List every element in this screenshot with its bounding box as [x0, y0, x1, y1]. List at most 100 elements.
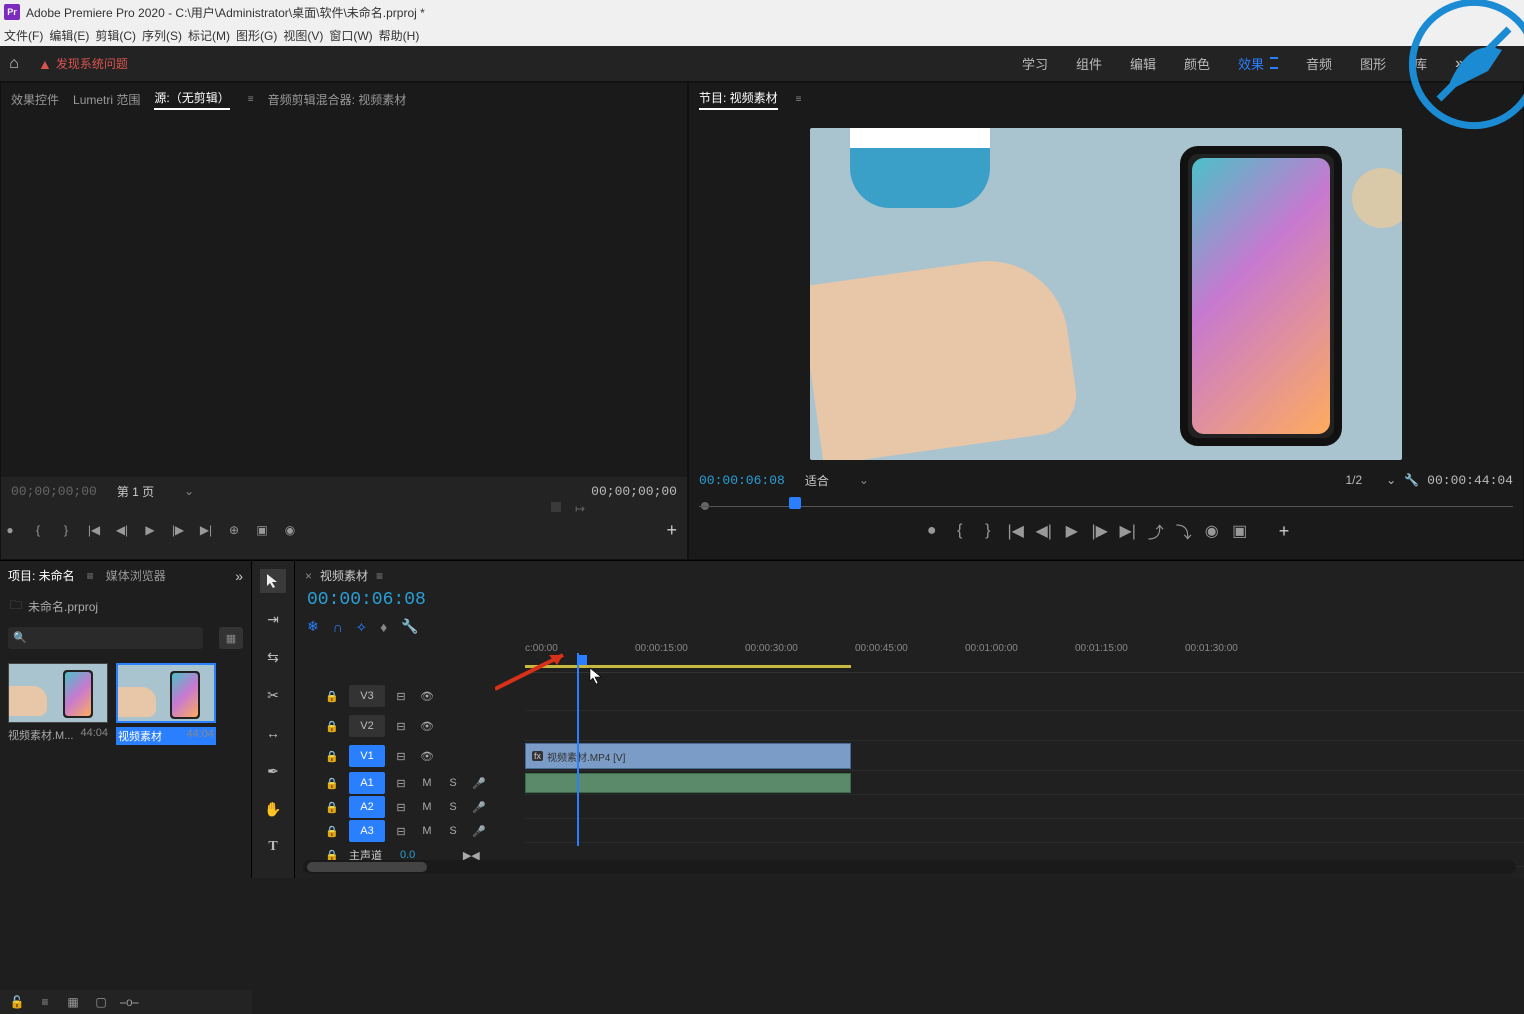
sync-lock-icon[interactable]: ⊟: [391, 690, 411, 703]
extract-icon[interactable]: ⤵: [1175, 519, 1193, 543]
list-view-icon[interactable]: ≡: [36, 995, 54, 1009]
slip-tool-icon[interactable]: ↔: [260, 721, 286, 745]
hand-tool-icon[interactable]: ✋: [260, 797, 286, 821]
zoom-slider-icon[interactable]: ⎯o⎯: [120, 995, 138, 1010]
work-area-bar[interactable]: [525, 665, 851, 668]
track-label[interactable]: V2: [349, 715, 385, 737]
lock-icon[interactable]: 🔒: [325, 777, 343, 790]
menu-help[interactable]: 帮助(H): [379, 27, 420, 44]
video-clip[interactable]: fx视频素材.MP4 [V]: [525, 743, 851, 769]
ws-graphics[interactable]: 图形: [1360, 54, 1386, 73]
mark-in-icon[interactable]: {: [29, 523, 47, 537]
go-out-icon[interactable]: ▶|: [1119, 521, 1137, 541]
lock-icon[interactable]: 🔒: [325, 825, 343, 838]
sync-lock-icon[interactable]: ⊟: [391, 777, 411, 790]
track-label[interactable]: A2: [349, 796, 385, 818]
program-res-select[interactable]: 1/2⌄: [1345, 473, 1396, 487]
track-label[interactable]: V1: [349, 745, 385, 767]
bin-item[interactable]: 视频素材.M...44:04: [8, 663, 108, 745]
track-label[interactable]: A1: [349, 772, 385, 794]
eye-icon[interactable]: 👁: [417, 690, 437, 703]
add-marker-icon[interactable]: ●: [1, 523, 19, 537]
linked-selection-icon[interactable]: ⟡: [357, 618, 366, 635]
tab-source-noclip[interactable]: 源:（无剪辑）: [154, 89, 229, 110]
bin-thumbnail[interactable]: [8, 663, 108, 723]
program-tc-left[interactable]: 00:00:06:08: [699, 473, 785, 488]
ripple-edit-tool-icon[interactable]: ⇆: [260, 645, 286, 669]
tab-lumetri-scopes[interactable]: Lumetri 范围: [73, 91, 140, 108]
track-label[interactable]: A3: [349, 820, 385, 842]
export-frame-icon[interactable]: ◉: [281, 523, 299, 537]
program-ruler[interactable]: [699, 494, 1513, 518]
menu-view[interactable]: 视图(V): [283, 27, 323, 44]
menu-mark[interactable]: 标记(M): [188, 27, 230, 44]
program-monitor-view[interactable]: [810, 128, 1402, 460]
panel-menu-icon[interactable]: ≡: [796, 94, 802, 105]
track-lane[interactable]: [525, 711, 1524, 741]
tab-media-browser[interactable]: 媒体浏览器: [106, 567, 166, 584]
view-toggle-button[interactable]: ▦: [219, 627, 243, 649]
tab-effect-controls[interactable]: 效果控件: [11, 91, 59, 108]
track-select-tool-icon[interactable]: ⇥: [260, 607, 286, 631]
track-lane[interactable]: [525, 819, 1524, 843]
mark-in-icon[interactable]: {: [951, 522, 969, 540]
track-lane[interactable]: [525, 681, 1524, 711]
marker-icon[interactable]: ♦: [380, 619, 387, 635]
menu-clip[interactable]: 剪辑(C): [95, 27, 136, 44]
type-tool-icon[interactable]: T: [260, 835, 286, 859]
step-fwd-icon[interactable]: |▶: [1091, 521, 1109, 541]
lift-icon[interactable]: ⤴: [1147, 519, 1165, 543]
lock-icon[interactable]: 🔒: [325, 801, 343, 814]
play-icon[interactable]: ▶: [141, 523, 159, 537]
close-tab-icon[interactable]: ×: [305, 569, 312, 583]
track-lane[interactable]: [525, 795, 1524, 819]
program-fit-select[interactable]: 适合⌄: [805, 472, 869, 489]
track-lane[interactable]: [525, 771, 1524, 795]
ws-editing[interactable]: 编辑: [1130, 54, 1156, 73]
settings-icon[interactable]: 🔧: [1404, 473, 1419, 487]
pen-tool-icon[interactable]: ✒: [260, 759, 286, 783]
sync-lock-icon[interactable]: ⊟: [391, 720, 411, 733]
panel-menu-icon[interactable]: ≡: [376, 569, 383, 583]
search-input[interactable]: [8, 627, 203, 649]
lock-icon[interactable]: 🔒: [325, 750, 343, 763]
bin-item[interactable]: 视频素材44:04: [116, 663, 216, 745]
export-frame-icon[interactable]: ◉: [1203, 521, 1221, 541]
eye-icon[interactable]: 👁: [417, 750, 437, 763]
lock-icon[interactable]: 🔒: [325, 720, 343, 733]
program-playhead[interactable]: [789, 497, 801, 509]
go-in-icon[interactable]: |◀: [1007, 521, 1025, 541]
settings-icon[interactable]: 🔧: [401, 618, 418, 635]
track-label[interactable]: V3: [349, 685, 385, 707]
compare-icon[interactable]: ▣: [1231, 521, 1249, 541]
workspace-overflow-icon[interactable]: »: [1455, 55, 1464, 73]
snap-icon[interactable]: ∩: [333, 619, 343, 635]
sync-lock-icon[interactable]: ⊟: [391, 801, 411, 814]
eye-icon[interactable]: 👁: [417, 720, 437, 733]
menu-window[interactable]: 窗口(W): [329, 27, 372, 44]
ws-effects[interactable]: 效果: [1238, 54, 1278, 73]
sequence-name[interactable]: 视频素材: [320, 567, 368, 584]
solo-button[interactable]: S: [443, 825, 463, 837]
lock-icon[interactable]: 🔒: [325, 690, 343, 703]
mark-out-icon[interactable]: }: [57, 523, 75, 537]
mark-out-icon[interactable]: }: [979, 522, 997, 540]
step-fwd-icon[interactable]: |▶: [169, 523, 187, 537]
tab-audio-clip-mixer[interactable]: 音频剪辑混合器: 视频素材: [268, 91, 407, 108]
menu-graphics[interactable]: 图形(G): [236, 27, 277, 44]
razor-tool-icon[interactable]: ✂: [260, 683, 286, 707]
button-editor-icon[interactable]: +: [1279, 521, 1290, 542]
sync-lock-icon[interactable]: ⊟: [391, 825, 411, 838]
selection-tool-icon[interactable]: [260, 569, 286, 593]
ws-assembly[interactable]: 组件: [1076, 54, 1102, 73]
insert-icon[interactable]: ⊕: [225, 523, 243, 537]
voice-icon[interactable]: 🎤: [469, 801, 489, 814]
step-back-icon[interactable]: ◀|: [113, 523, 131, 537]
ws-color[interactable]: 颜色: [1184, 54, 1210, 73]
home-icon[interactable]: ⌂: [0, 55, 28, 73]
icon-view-icon[interactable]: ▦: [64, 995, 82, 1009]
tab-program[interactable]: 节目: 视频素材: [699, 89, 778, 110]
voice-icon[interactable]: 🎤: [469, 825, 489, 838]
mute-button[interactable]: M: [417, 777, 437, 789]
step-back-icon[interactable]: ◀|: [1035, 521, 1053, 541]
